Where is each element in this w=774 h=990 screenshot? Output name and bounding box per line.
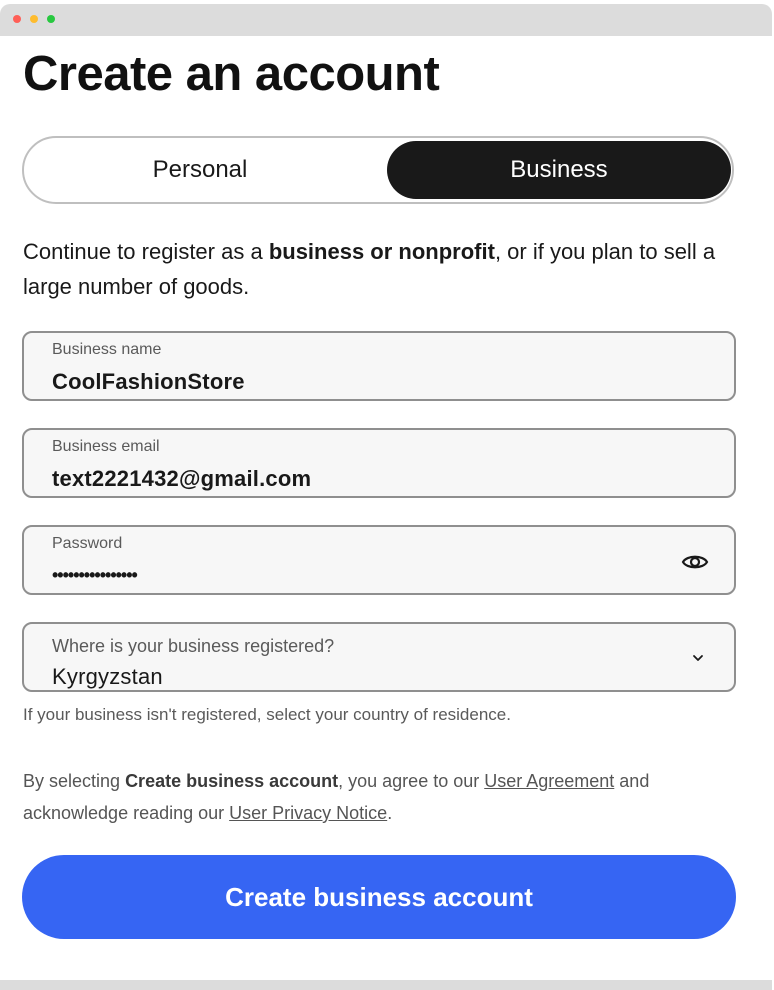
intro-text: Continue to register as a business or no… bbox=[23, 234, 738, 304]
country-helper-text: If your business isn't registered, selec… bbox=[23, 705, 511, 724]
chevron-down-icon[interactable] bbox=[690, 650, 706, 666]
legal-prefix: By selecting bbox=[23, 771, 126, 791]
business-email-field[interactable]: Business email text2221432@gmail.com bbox=[22, 428, 736, 498]
maximize-window-icon[interactable] bbox=[47, 15, 55, 23]
intro-text-bold: business or nonprofit bbox=[268, 239, 495, 264]
legal-suffix: . bbox=[387, 803, 393, 823]
intro-text-start: Continue to register as a bbox=[23, 239, 269, 264]
password-value[interactable]: •••••••••••••••• bbox=[52, 565, 138, 586]
minimize-window-icon[interactable] bbox=[30, 15, 38, 23]
business-name-field[interactable]: Business name CoolFashionStore bbox=[22, 331, 736, 401]
password-field[interactable]: Password •••••••••••••••• bbox=[22, 525, 736, 595]
legal-notice: By selecting Create business account, yo… bbox=[23, 765, 738, 829]
legal-middle: , you agree to our bbox=[338, 771, 485, 791]
legal-bold: Create business account bbox=[125, 771, 339, 791]
close-window-icon[interactable] bbox=[13, 15, 21, 23]
user-agreement-link[interactable]: User Agreement bbox=[484, 771, 614, 791]
business-name-label: Business name bbox=[52, 341, 162, 358]
business-tab[interactable]: Business bbox=[387, 141, 731, 199]
window-titlebar bbox=[0, 4, 772, 36]
create-business-account-button[interactable]: Create business account bbox=[22, 855, 736, 939]
password-label: Password bbox=[52, 535, 123, 552]
personal-tab[interactable]: Personal bbox=[28, 141, 372, 199]
country-select[interactable]: Where is your business registered? Kyrgy… bbox=[22, 622, 736, 692]
business-email-label: Business email bbox=[52, 438, 160, 455]
country-label: Where is your business registered? bbox=[52, 636, 335, 656]
business-email-value[interactable]: text2221432@gmail.com bbox=[52, 466, 311, 492]
account-type-toggle: Personal Business bbox=[22, 136, 734, 204]
page-title: Create an account bbox=[23, 47, 440, 101]
country-value[interactable]: Kyrgyzstan bbox=[52, 664, 163, 690]
privacy-notice-link[interactable]: User Privacy Notice bbox=[229, 803, 387, 823]
eye-icon[interactable] bbox=[680, 547, 710, 577]
business-name-value[interactable]: CoolFashionStore bbox=[52, 369, 245, 395]
window-bottom-edge bbox=[0, 980, 772, 990]
